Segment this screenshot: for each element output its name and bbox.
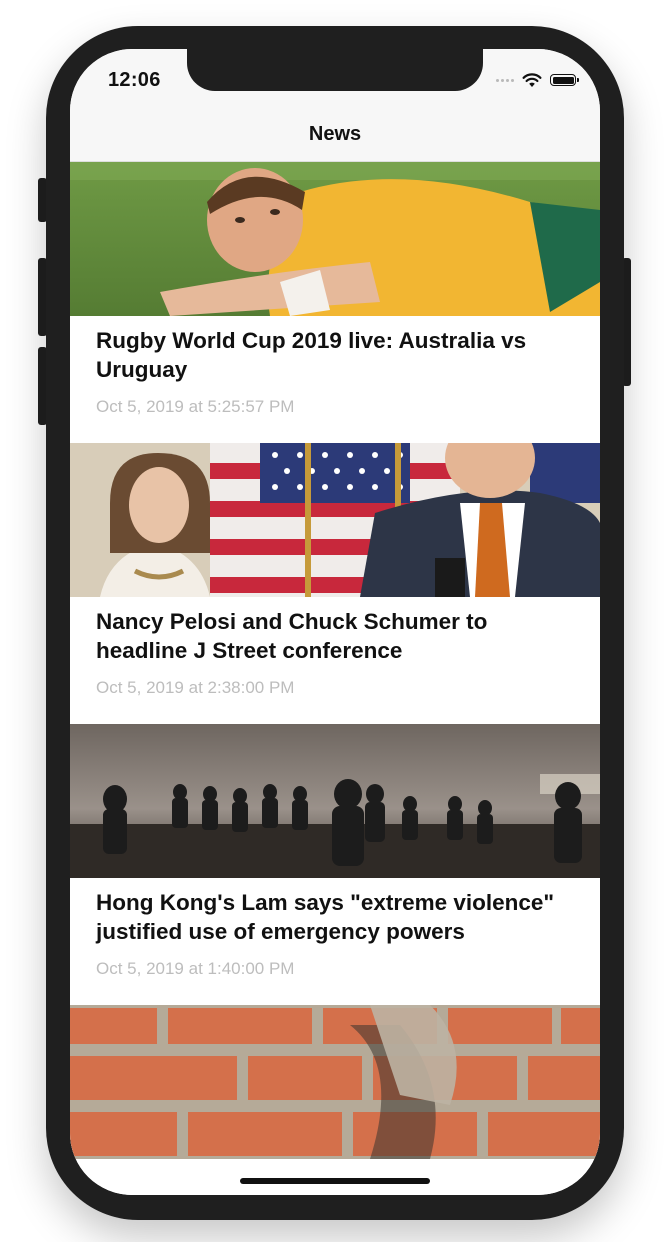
status-bar: 12:06 [70, 49, 600, 113]
article-date: Oct 5, 2019 at 1:40:00 PM [96, 959, 295, 978]
news-card[interactable]: Rugby World Cup 2019 live: Australia vs … [70, 162, 600, 443]
cellular-signal-icon [496, 78, 514, 82]
page-title: News [308, 123, 362, 145]
wifi-icon [522, 72, 542, 87]
status-icons [496, 71, 579, 89]
news-card[interactable] [70, 1005, 600, 1195]
article-image [70, 1005, 600, 1159]
article-image [70, 724, 600, 878]
status-time: 12:06 [108, 69, 161, 91]
news-feed[interactable]: Rugby World Cup 2019 live: Australia vs … [70, 162, 600, 1195]
article-title: Hong Kong's Lam says "extreme violence" … [96, 890, 555, 944]
article-title: Nancy Pelosi and Chuck Schumer to headli… [96, 609, 488, 663]
screen: 12:06 News Rugby World Cup 2019 live: Au… [70, 49, 600, 1195]
article-image [70, 443, 600, 597]
article-date: Oct 5, 2019 at 5:25:57 PM [96, 397, 295, 416]
home-indicator[interactable] [240, 1178, 430, 1184]
article-title: Rugby World Cup 2019 live: Australia vs … [96, 328, 527, 382]
battery-icon [550, 74, 579, 86]
article-image [70, 162, 600, 316]
navigation-bar: News [70, 113, 600, 162]
news-card[interactable]: Nancy Pelosi and Chuck Schumer to headli… [70, 443, 600, 724]
news-card[interactable]: Hong Kong's Lam says "extreme violence" … [70, 724, 600, 1005]
notch [187, 49, 483, 91]
article-date: Oct 5, 2019 at 2:38:00 PM [96, 678, 295, 697]
